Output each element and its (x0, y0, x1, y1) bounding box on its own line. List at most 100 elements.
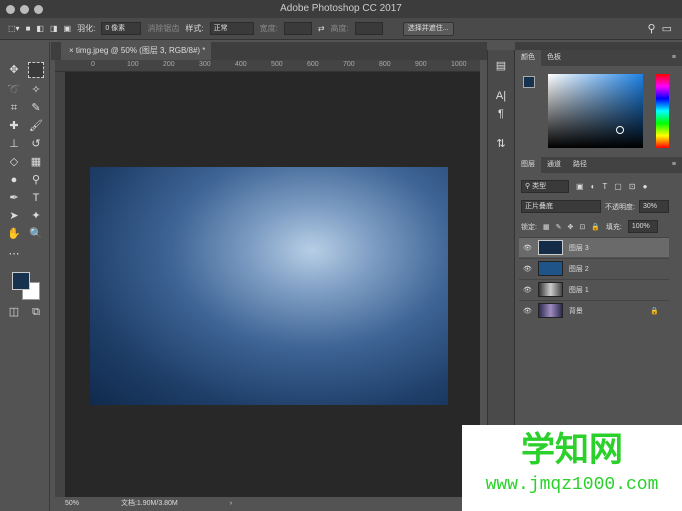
tab-color[interactable]: 颜色 (515, 50, 541, 66)
gradient-icon[interactable]: ▦ (28, 154, 44, 170)
ruler-tick: 1000 (451, 61, 467, 68)
select-and-mask-button[interactable]: 选择并遮住... (402, 21, 454, 36)
shape-filter-icon[interactable]: ▢ (614, 182, 622, 191)
move-tool-icon[interactable]: ✥ (6, 62, 22, 78)
hand-tool-icon[interactable]: ✋ (6, 226, 22, 242)
tab-channels[interactable]: 通道 (541, 157, 567, 173)
document-image[interactable] (90, 167, 448, 405)
healing-brush-icon[interactable]: ✚ (6, 118, 22, 134)
new-selection-icon[interactable]: ■ (26, 24, 31, 33)
character-icon[interactable]: A| (493, 88, 509, 104)
type-filter-icon[interactable]: T (602, 182, 607, 191)
layer-thumbnail (537, 240, 563, 255)
workspace-icon[interactable]: ▭ (662, 22, 672, 35)
horizontal-ruler: 0 100 200 300 400 500 600 700 800 900 1000 (55, 60, 480, 72)
filter-toggle-icon[interactable]: ● (643, 182, 648, 191)
ruler-tick: 400 (235, 61, 247, 68)
dodge-tool-icon[interactable]: ⚲ (28, 172, 44, 188)
screen-mode-icon[interactable]: ⧉ (28, 304, 44, 320)
crop-tool-icon[interactable]: ⌗ (6, 100, 22, 116)
toolbar: ✥ ➰ ✧ ⌗ ✎ ✚ 🖌 ⊥ ↺ ◇ ▦ ● ⚲ ✒ T ➤ ✦ ✋ 🔍 ⋯ … (0, 42, 50, 511)
watermark: 学知网 www.jmqz1000.com (462, 425, 682, 511)
pen-tool-icon[interactable]: ✒ (6, 190, 22, 206)
tab-swatches[interactable]: 色板 (541, 50, 567, 66)
history-brush-icon[interactable]: ↺ (28, 136, 44, 152)
document-tab[interactable]: × timg.jpeg @ 50% (图层 3, RGB/8#) * (61, 42, 211, 60)
paragraph-icon[interactable]: ¶ (493, 106, 509, 122)
layer-row[interactable]: 👁 背景 🔒 (519, 300, 669, 320)
marquee-preset-icon[interactable]: ⬚▾ (8, 24, 20, 33)
intersect-selection-icon[interactable]: ▣ (64, 24, 72, 33)
type-tool-icon[interactable]: T (28, 190, 44, 206)
brush-tool-icon[interactable]: 🖌 (28, 118, 44, 134)
libraries-icon[interactable]: ▤ (493, 58, 509, 74)
layer-thumbnail (537, 282, 563, 297)
tab-paths[interactable]: 路径 (567, 157, 593, 173)
search-icon[interactable]: ⚲ (648, 22, 656, 35)
layer-row[interactable]: 👁 图层 2 (519, 258, 669, 278)
close-window-button[interactable] (6, 5, 15, 14)
vertical-ruler (55, 72, 65, 497)
more-tools-icon[interactable]: ⋯ (6, 246, 22, 262)
lasso-tool-icon[interactable]: ➰ (6, 82, 22, 98)
layer-name: 图层 3 (568, 244, 589, 252)
panel-menu-icon[interactable]: ≡ (666, 50, 682, 66)
lock-artboard-icon[interactable]: ⊡ (579, 223, 585, 231)
visibility-eye-icon[interactable]: 👁 (523, 307, 532, 315)
tab-layers[interactable]: 图层 (515, 157, 541, 173)
zoom-tool-icon[interactable]: 🔍 (28, 226, 44, 242)
style-select[interactable]: 正常 (209, 22, 254, 35)
visibility-eye-icon[interactable]: 👁 (523, 286, 532, 294)
layer-thumbnail (537, 303, 563, 318)
lock-all-icon[interactable]: 🔒 (591, 223, 600, 231)
zoom-level[interactable]: 50% (65, 500, 79, 507)
maximize-window-button[interactable] (34, 5, 43, 14)
hue-slider[interactable] (656, 74, 669, 148)
magic-wand-icon[interactable]: ✧ (28, 82, 44, 98)
opacity-label: 不透明度: (605, 203, 635, 211)
blend-mode-select[interactable]: 正片叠底 (521, 200, 601, 213)
pixel-filter-icon[interactable]: ▣ (576, 182, 584, 191)
ruler-tick: 600 (307, 61, 319, 68)
width-input[interactable] (283, 22, 312, 35)
quick-mask-icon[interactable]: ◫ (6, 304, 22, 320)
smart-filter-icon[interactable]: ⊡ (629, 182, 636, 191)
layers-menu-icon[interactable]: ≡ (666, 157, 682, 173)
lock-label: 锁定: (521, 223, 537, 231)
visibility-eye-icon[interactable]: 👁 (523, 265, 532, 273)
layer-row[interactable]: 👁 图层 3 (519, 237, 669, 257)
lock-position-icon[interactable]: ✥ (567, 223, 573, 231)
lock-pixels-icon[interactable]: ✎ (556, 223, 562, 231)
fill-label: 填充: (605, 223, 622, 231)
path-select-icon[interactable]: ➤ (6, 208, 22, 224)
color-field[interactable] (548, 74, 643, 148)
opacity-input[interactable]: 30% (638, 200, 669, 213)
eyedropper-icon[interactable]: ✎ (28, 100, 44, 116)
color-picker-cursor[interactable] (616, 126, 624, 134)
marquee-tool-icon[interactable] (28, 62, 44, 78)
layer-row[interactable]: 👁 图层 1 (519, 279, 669, 299)
color-panel-foreground[interactable] (523, 76, 535, 88)
layer-filter-select[interactable]: ⚲ 类型 (521, 180, 569, 193)
visibility-eye-icon[interactable]: 👁 (523, 244, 532, 252)
foreground-color-swatch[interactable] (12, 272, 30, 290)
minimize-window-button[interactable] (20, 5, 29, 14)
height-input[interactable] (354, 22, 383, 35)
swap-icon[interactable]: ⇄ (318, 24, 325, 33)
title-bar: Adobe Photoshop CC 2017 (0, 0, 682, 18)
subtract-selection-icon[interactable]: ◨ (50, 24, 58, 33)
layer-name: 图层 2 (568, 265, 589, 273)
antialias-checkbox[interactable]: 消除锯齿 (147, 23, 179, 34)
clone-stamp-icon[interactable]: ⊥ (6, 136, 22, 152)
blur-tool-icon[interactable]: ● (6, 172, 22, 188)
fill-input[interactable]: 100% (627, 220, 658, 233)
adjustment-filter-icon[interactable]: ◐ (591, 182, 596, 191)
feather-input[interactable]: 0 像素 (101, 22, 142, 35)
adjustments-icon[interactable]: ⇅ (493, 136, 509, 152)
status-menu-icon[interactable]: › (230, 500, 232, 507)
eraser-icon[interactable]: ◇ (6, 154, 22, 170)
add-selection-icon[interactable]: ◧ (36, 24, 44, 33)
close-tab-icon[interactable]: × (69, 46, 76, 55)
lock-transparency-icon[interactable]: ▦ (543, 223, 550, 231)
shape-tool-icon[interactable]: ✦ (28, 208, 44, 224)
